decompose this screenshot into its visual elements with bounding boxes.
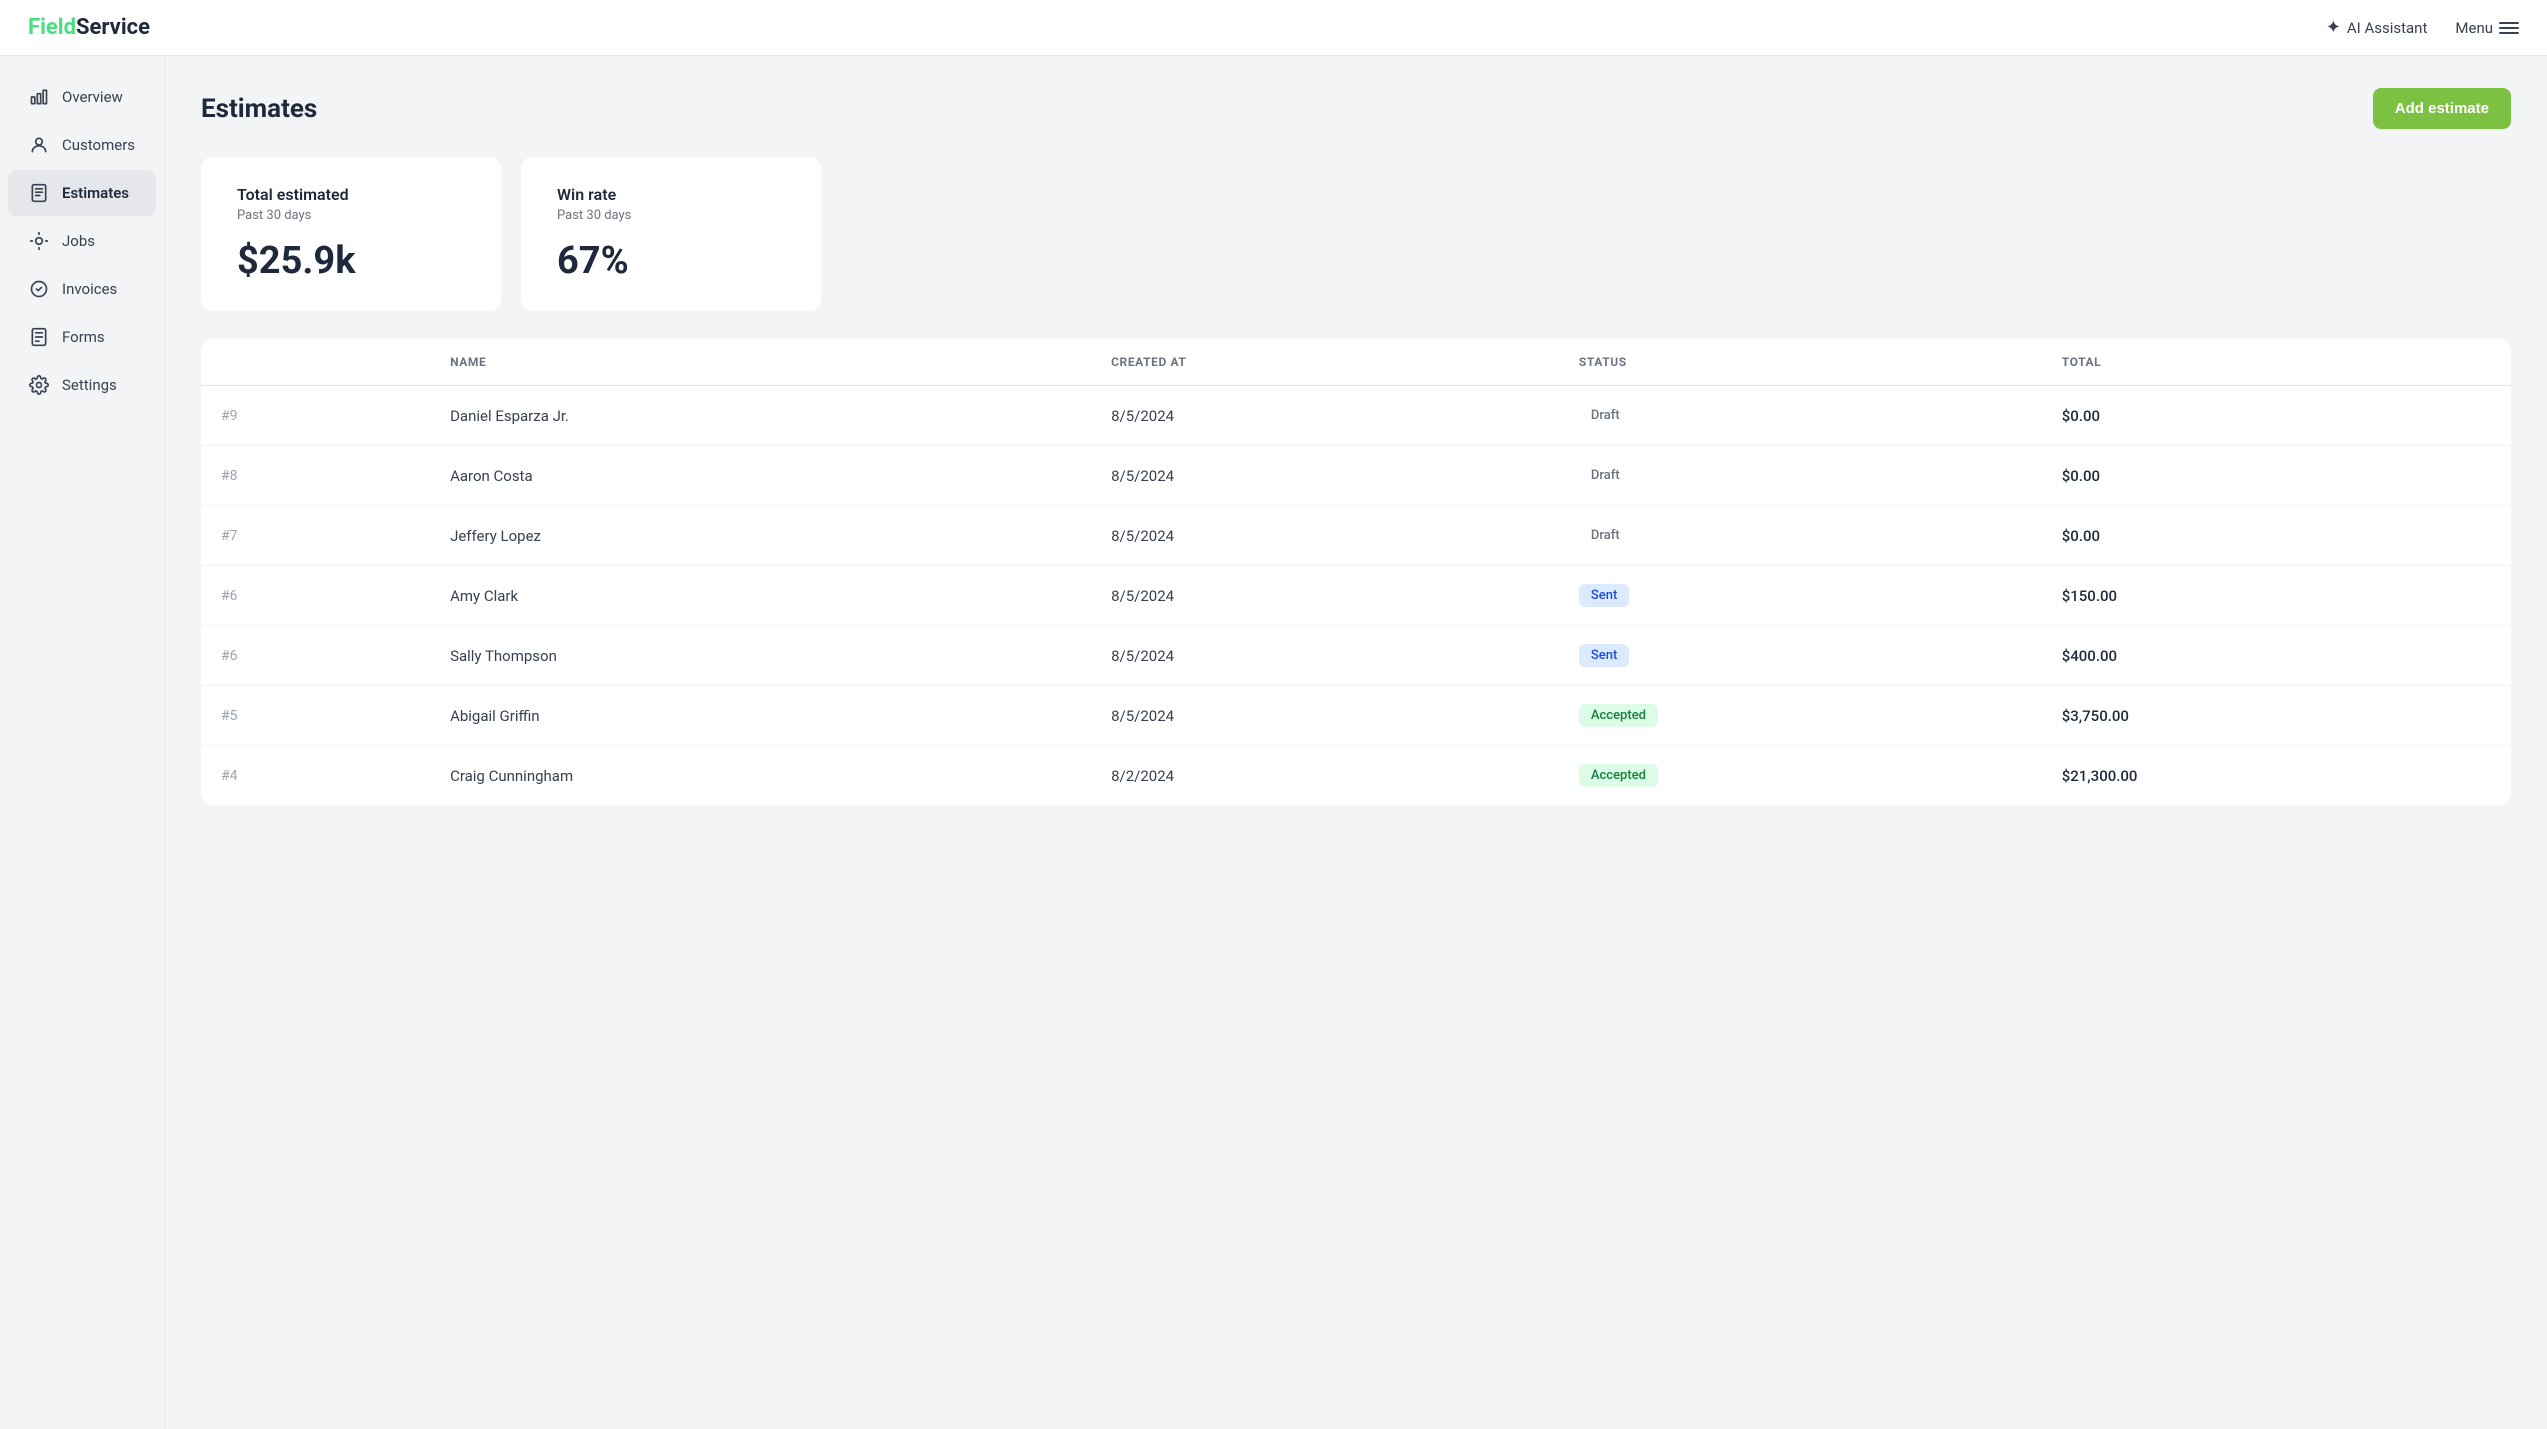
ai-assistant-button[interactable]: ✦ AI Assistant: [2326, 17, 2428, 38]
settings-icon: [28, 374, 50, 396]
row-status: Draft: [1559, 506, 2042, 566]
row-num: #5: [201, 686, 430, 746]
row-num: #6: [201, 626, 430, 686]
row-created-at: 8/5/2024: [1091, 446, 1559, 506]
customers-icon: [28, 134, 50, 156]
table-row[interactable]: #8 Aaron Costa 8/5/2024 Draft $0.00: [201, 446, 2511, 506]
sidebar-item-invoices[interactable]: Invoices: [8, 266, 156, 312]
row-total: $3,750.00: [2042, 686, 2511, 746]
row-created-at: 8/5/2024: [1091, 386, 1559, 446]
logo-field: Field: [28, 15, 76, 40]
row-total: $0.00: [2042, 386, 2511, 446]
row-status: Draft: [1559, 386, 2042, 446]
sidebar-item-forms-label: Forms: [62, 328, 105, 346]
sidebar-item-settings-label: Settings: [62, 376, 117, 394]
sidebar-item-customers[interactable]: Customers: [8, 122, 156, 168]
row-name: Daniel Esparza Jr.: [430, 386, 1091, 446]
col-created-at: CREATED AT: [1091, 339, 1559, 386]
stat-card-winrate-value: 67%: [557, 239, 785, 283]
sidebar-item-jobs-label: Jobs: [62, 232, 95, 250]
sidebar-item-settings[interactable]: Settings: [8, 362, 156, 408]
stat-card-total-subtitle: Past 30 days: [237, 208, 465, 223]
row-name: Amy Clark: [430, 566, 1091, 626]
row-status: Sent: [1559, 626, 2042, 686]
row-created-at: 8/5/2024: [1091, 566, 1559, 626]
row-total: $150.00: [2042, 566, 2511, 626]
sidebar: Overview Customers Estimates: [0, 56, 165, 1429]
row-num: #4: [201, 746, 430, 806]
sidebar-item-jobs[interactable]: Jobs: [8, 218, 156, 264]
row-status: Sent: [1559, 566, 2042, 626]
row-created-at: 8/5/2024: [1091, 686, 1559, 746]
row-created-at: 8/2/2024: [1091, 746, 1559, 806]
table-row[interactable]: #5 Abigail Griffin 8/5/2024 Accepted $3,…: [201, 686, 2511, 746]
row-total: $400.00: [2042, 626, 2511, 686]
stat-card-total-title: Total estimated: [237, 185, 465, 204]
col-total: TOTAL: [2042, 339, 2511, 386]
add-estimate-button[interactable]: Add estimate: [2373, 88, 2511, 129]
page-title: Estimates: [201, 94, 317, 124]
forms-icon: [28, 326, 50, 348]
jobs-icon: [28, 230, 50, 252]
sidebar-item-estimates[interactable]: Estimates: [8, 170, 156, 216]
logo[interactable]: FieldService: [28, 15, 150, 40]
sidebar-item-estimates-label: Estimates: [62, 184, 129, 202]
menu-lines-icon: [2499, 22, 2519, 34]
row-total: $21,300.00: [2042, 746, 2511, 806]
row-name: Craig Cunningham: [430, 746, 1091, 806]
col-status: STATUS: [1559, 339, 2042, 386]
row-num: #6: [201, 566, 430, 626]
table-head: NAME CREATED AT STATUS TOTAL: [201, 339, 2511, 386]
col-name: NAME: [430, 339, 1091, 386]
topnav-right: ✦ AI Assistant Menu: [2326, 17, 2519, 38]
row-name: Aaron Costa: [430, 446, 1091, 506]
table-row[interactable]: #7 Jeffery Lopez 8/5/2024 Draft $0.00: [201, 506, 2511, 566]
overview-icon: [28, 86, 50, 108]
row-created-at: 8/5/2024: [1091, 626, 1559, 686]
stat-card-winrate-subtitle: Past 30 days: [557, 208, 785, 223]
stat-card-total-value: $25.9k: [237, 239, 465, 283]
sidebar-item-invoices-label: Invoices: [62, 280, 117, 298]
estimates-icon: [28, 182, 50, 204]
table-header-row: NAME CREATED AT STATUS TOTAL: [201, 339, 2511, 386]
menu-button[interactable]: Menu: [2455, 19, 2519, 37]
row-total: $0.00: [2042, 446, 2511, 506]
page-header: Estimates Add estimate: [201, 88, 2511, 129]
ai-icon: ✦: [2326, 17, 2341, 38]
menu-label: Menu: [2455, 19, 2493, 37]
stats-row: Total estimated Past 30 days $25.9k Win …: [201, 157, 2511, 311]
topnav: FieldService ✦ AI Assistant Menu: [0, 0, 2547, 56]
main-content: Estimates Add estimate Total estimated P…: [165, 56, 2547, 1429]
row-status: Accepted: [1559, 746, 2042, 806]
logo-service: Service: [76, 15, 150, 40]
estimates-table: NAME CREATED AT STATUS TOTAL #9 Daniel E…: [201, 339, 2511, 805]
sidebar-item-overview[interactable]: Overview: [8, 74, 156, 120]
sidebar-item-overview-label: Overview: [62, 88, 123, 106]
sidebar-item-forms[interactable]: Forms: [8, 314, 156, 360]
ai-assistant-label: AI Assistant: [2347, 19, 2428, 37]
table-row[interactable]: #6 Amy Clark 8/5/2024 Sent $150.00: [201, 566, 2511, 626]
table-row[interactable]: #9 Daniel Esparza Jr. 8/5/2024 Draft $0.…: [201, 386, 2511, 446]
row-num: #9: [201, 386, 430, 446]
table-row[interactable]: #6 Sally Thompson 8/5/2024 Sent $400.00: [201, 626, 2511, 686]
col-num: [201, 339, 430, 386]
layout: Overview Customers Estimates: [0, 56, 2547, 1429]
row-name: Abigail Griffin: [430, 686, 1091, 746]
table-row[interactable]: #4 Craig Cunningham 8/2/2024 Accepted $2…: [201, 746, 2511, 806]
stat-card-win-rate: Win rate Past 30 days 67%: [521, 157, 821, 311]
stat-card-winrate-title: Win rate: [557, 185, 785, 204]
table-body: #9 Daniel Esparza Jr. 8/5/2024 Draft $0.…: [201, 386, 2511, 806]
sidebar-item-customers-label: Customers: [62, 136, 135, 154]
stat-card-total-estimated: Total estimated Past 30 days $25.9k: [201, 157, 501, 311]
row-num: #7: [201, 506, 430, 566]
invoices-icon: [28, 278, 50, 300]
row-name: Jeffery Lopez: [430, 506, 1091, 566]
row-status: Draft: [1559, 446, 2042, 506]
row-num: #8: [201, 446, 430, 506]
row-status: Accepted: [1559, 686, 2042, 746]
row-total: $0.00: [2042, 506, 2511, 566]
row-created-at: 8/5/2024: [1091, 506, 1559, 566]
estimates-table-container: NAME CREATED AT STATUS TOTAL #9 Daniel E…: [201, 339, 2511, 805]
row-name: Sally Thompson: [430, 626, 1091, 686]
